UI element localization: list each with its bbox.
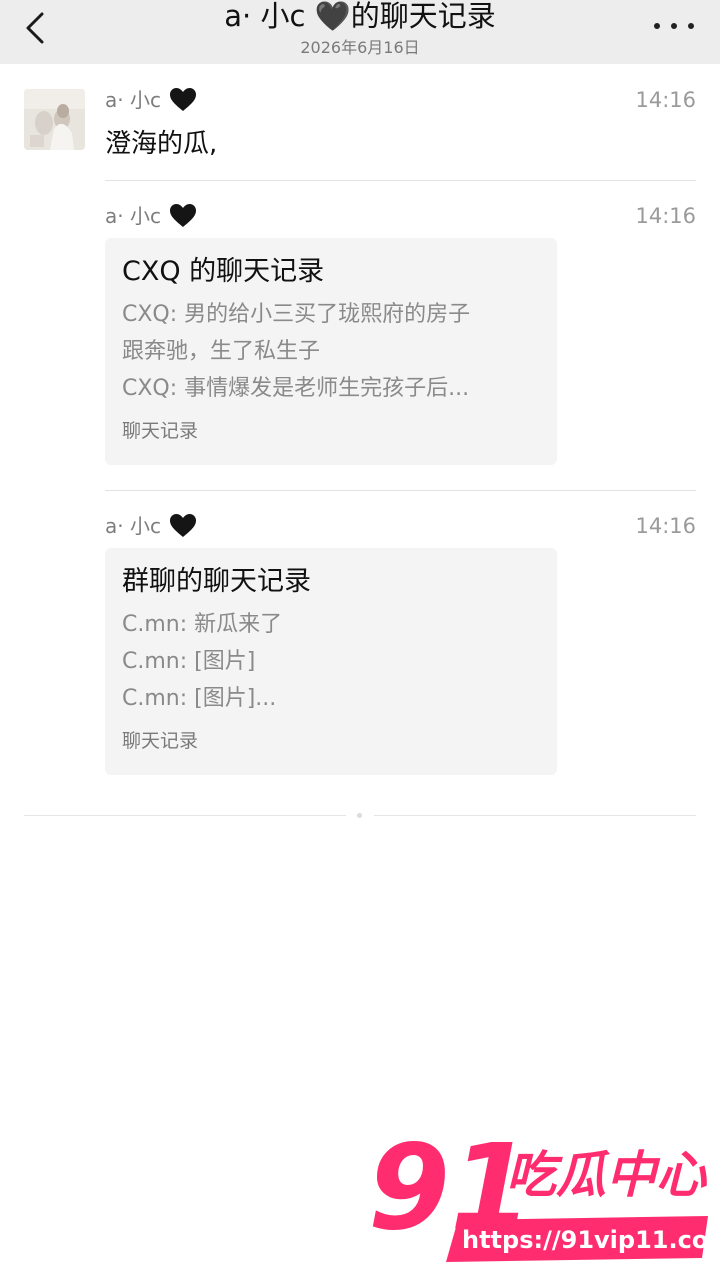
message-item: a· 小c 14:16 澄海的瓜, (105, 86, 696, 162)
message-time: 14:16 (635, 204, 696, 228)
more-dot (688, 23, 694, 29)
card-line: 跟奔驰，生了私生子 (122, 339, 321, 364)
card-line: C.mn: [图片] (122, 649, 256, 674)
end-divider-left (24, 815, 346, 816)
more-dots-icon (654, 23, 660, 29)
sender-name: a· 小c (105, 512, 696, 540)
card-title: 群聊的聊天记录 (122, 566, 311, 597)
message-divider (105, 180, 696, 181)
sender-label: a· 小c (105, 88, 161, 112)
navigation-bar: a· 小c 🖤的聊天记录 2026年6月16日 (0, 0, 720, 64)
message-divider (105, 490, 696, 491)
chat-history-card[interactable]: CXQ 的聊天记录 CXQ: 男的给小三买了珑熙府的房子 跟奔驰，生了私生子 C… (105, 238, 557, 465)
watermark-brand-text: 吃瓜中心 (506, 1146, 708, 1204)
card-line: C.mn: [图片]... (122, 686, 277, 711)
card-title: CXQ 的聊天记录 (122, 256, 325, 287)
avatar-photo (24, 89, 85, 150)
more-options-button[interactable] (654, 14, 694, 38)
card-footer-label: 聊天记录 (122, 420, 199, 442)
sender-label: a· 小c (105, 514, 161, 538)
page-subtitle-date: 2026年6月16日 (300, 38, 420, 57)
more-dot (671, 23, 677, 29)
card-line: CXQ: 男的给小三买了珑熙府的房子 (122, 302, 471, 327)
message-text: 澄海的瓜, (105, 129, 218, 159)
black-heart-icon (169, 88, 196, 111)
watermark-logo: 91 吃瓜中心 https://91vip11.com (366, 1118, 720, 1270)
black-heart-icon (169, 204, 196, 227)
sender-name: a· 小c (105, 202, 696, 230)
message-item: a· 小c 14:16 (105, 512, 696, 540)
card-footer-label: 聊天记录 (122, 730, 199, 752)
card-line: C.mn: 新瓜来了 (122, 612, 283, 637)
black-heart-icon (169, 514, 196, 537)
page-title: a· 小c 🖤的聊天记录 (224, 0, 496, 33)
sender-label: a· 小c (105, 204, 161, 228)
end-divider-right (374, 815, 696, 816)
sender-name: a· 小c (105, 86, 696, 114)
message-time: 14:16 (635, 514, 696, 538)
card-preview: CXQ: 男的给小三买了珑熙府的房子 跟奔驰，生了私生子 CXQ: 事情爆发是老… (122, 296, 540, 407)
message-item: a· 小c 14:16 (105, 202, 696, 230)
avatar[interactable] (24, 89, 85, 150)
end-divider-dot (357, 813, 362, 818)
card-line: CXQ: 事情爆发是老师生完孩子后... (122, 376, 470, 401)
message-time: 14:16 (635, 88, 696, 112)
watermark-graphic: 91 吃瓜中心 https://91vip11.com (368, 1118, 720, 1262)
watermark-url: https://91vip11.com (462, 1226, 716, 1254)
card-preview: C.mn: 新瓜来了 C.mn: [图片] C.mn: [图片]... (122, 606, 540, 717)
chat-history-card[interactable]: 群聊的聊天记录 C.mn: 新瓜来了 C.mn: [图片] C.mn: [图片]… (105, 548, 557, 775)
